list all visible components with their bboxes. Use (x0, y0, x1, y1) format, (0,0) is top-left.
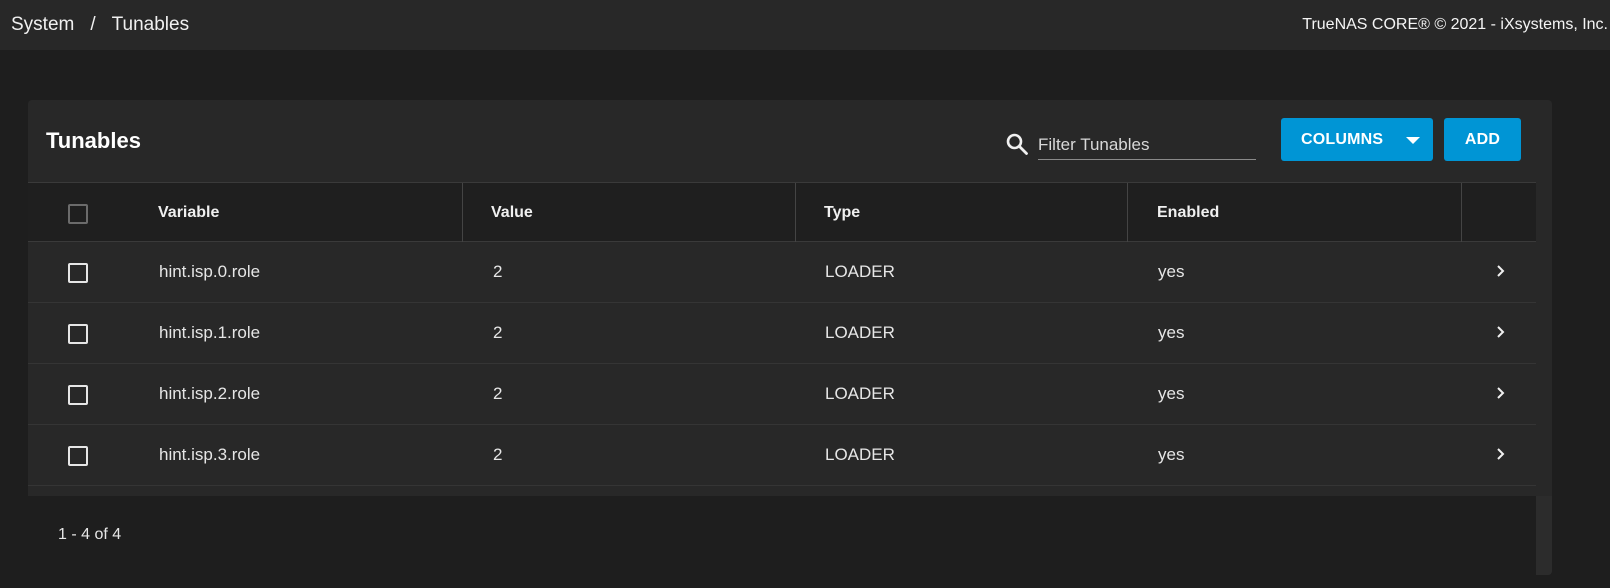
header-type[interactable]: Type (824, 183, 860, 243)
table-row[interactable]: hint.isp.2.role 2 LOADER yes (28, 364, 1536, 425)
cell-type: LOADER (825, 384, 895, 403)
table-row[interactable]: hint.isp.3.role 2 LOADER yes (28, 425, 1536, 486)
chevron-right-icon[interactable] (1494, 325, 1508, 339)
cell-enabled: yes (1158, 323, 1185, 342)
cell-variable: hint.isp.1.role (159, 323, 261, 342)
table-row[interactable]: hint.isp.0.role 2 LOADER yes (28, 242, 1536, 303)
cell-variable: hint.isp.3.role (159, 445, 261, 464)
table-header: Variable Value Type Enabled (28, 182, 1536, 243)
card-title: Tunables (46, 128, 141, 153)
column-divider[interactable] (1127, 183, 1128, 243)
cell-enabled: yes (1158, 384, 1185, 403)
column-divider[interactable] (795, 183, 796, 243)
row-checkbox[interactable] (68, 324, 88, 344)
breadcrumb: System / Tunables (11, 14, 189, 36)
header-enabled[interactable]: Enabled (1157, 183, 1219, 243)
breadcrumb-system[interactable]: System (11, 14, 74, 36)
columns-button-label: COLUMNS (1301, 130, 1384, 148)
cell-variable: hint.isp.0.role (159, 262, 261, 281)
row-checkbox[interactable] (68, 385, 88, 405)
pagination-range: 1 - 4 of 4 (58, 526, 122, 543)
cell-enabled: yes (1158, 445, 1185, 464)
top-bar: System / Tunables TrueNAS CORE® © 2021 -… (0, 0, 1610, 50)
cell-value: 2 (493, 445, 503, 464)
caret-down-icon (1406, 137, 1420, 144)
cell-value: 2 (493, 384, 503, 403)
columns-button[interactable]: COLUMNS (1281, 118, 1433, 161)
row-checkbox[interactable] (68, 263, 88, 283)
chevron-right-icon[interactable] (1494, 386, 1508, 400)
column-divider[interactable] (1461, 183, 1462, 243)
cell-type: LOADER (825, 445, 895, 464)
cell-value: 2 (493, 262, 503, 281)
copyright-text: TrueNAS CORE® © 2021 - iXsystems, Inc. (1302, 16, 1608, 33)
cell-value: 2 (493, 323, 503, 342)
breadcrumb-tunables: Tunables (111, 14, 190, 35)
add-button[interactable]: ADD (1444, 118, 1521, 161)
cell-variable: hint.isp.2.role (159, 384, 261, 403)
scrollbar[interactable] (1536, 496, 1552, 575)
cell-type: LOADER (825, 262, 895, 281)
breadcrumb-separator: / (90, 14, 96, 35)
add-button-label: ADD (1464, 130, 1501, 148)
select-all-checkbox[interactable] (68, 204, 88, 224)
cell-type: LOADER (825, 323, 895, 342)
header-value[interactable]: Value (491, 183, 533, 243)
column-divider[interactable] (462, 183, 463, 243)
chevron-right-icon[interactable] (1494, 447, 1508, 461)
tunables-table: Variable Value Type Enabled hint.isp.0.r… (28, 182, 1536, 486)
edge-strip (1600, 50, 1610, 588)
chevron-right-icon[interactable] (1494, 264, 1508, 278)
header-variable[interactable]: Variable (158, 183, 219, 243)
table-row[interactable]: hint.isp.1.role 2 LOADER yes (28, 303, 1536, 364)
tunables-card: Tunables COLUMNS ADD Variable Value Type… (28, 100, 1552, 575)
search-icon (1006, 133, 1028, 155)
filter-input[interactable] (1038, 124, 1256, 160)
row-checkbox[interactable] (68, 446, 88, 466)
cell-enabled: yes (1158, 262, 1185, 281)
table-footer: 1 - 4 of 4 (28, 496, 1536, 575)
